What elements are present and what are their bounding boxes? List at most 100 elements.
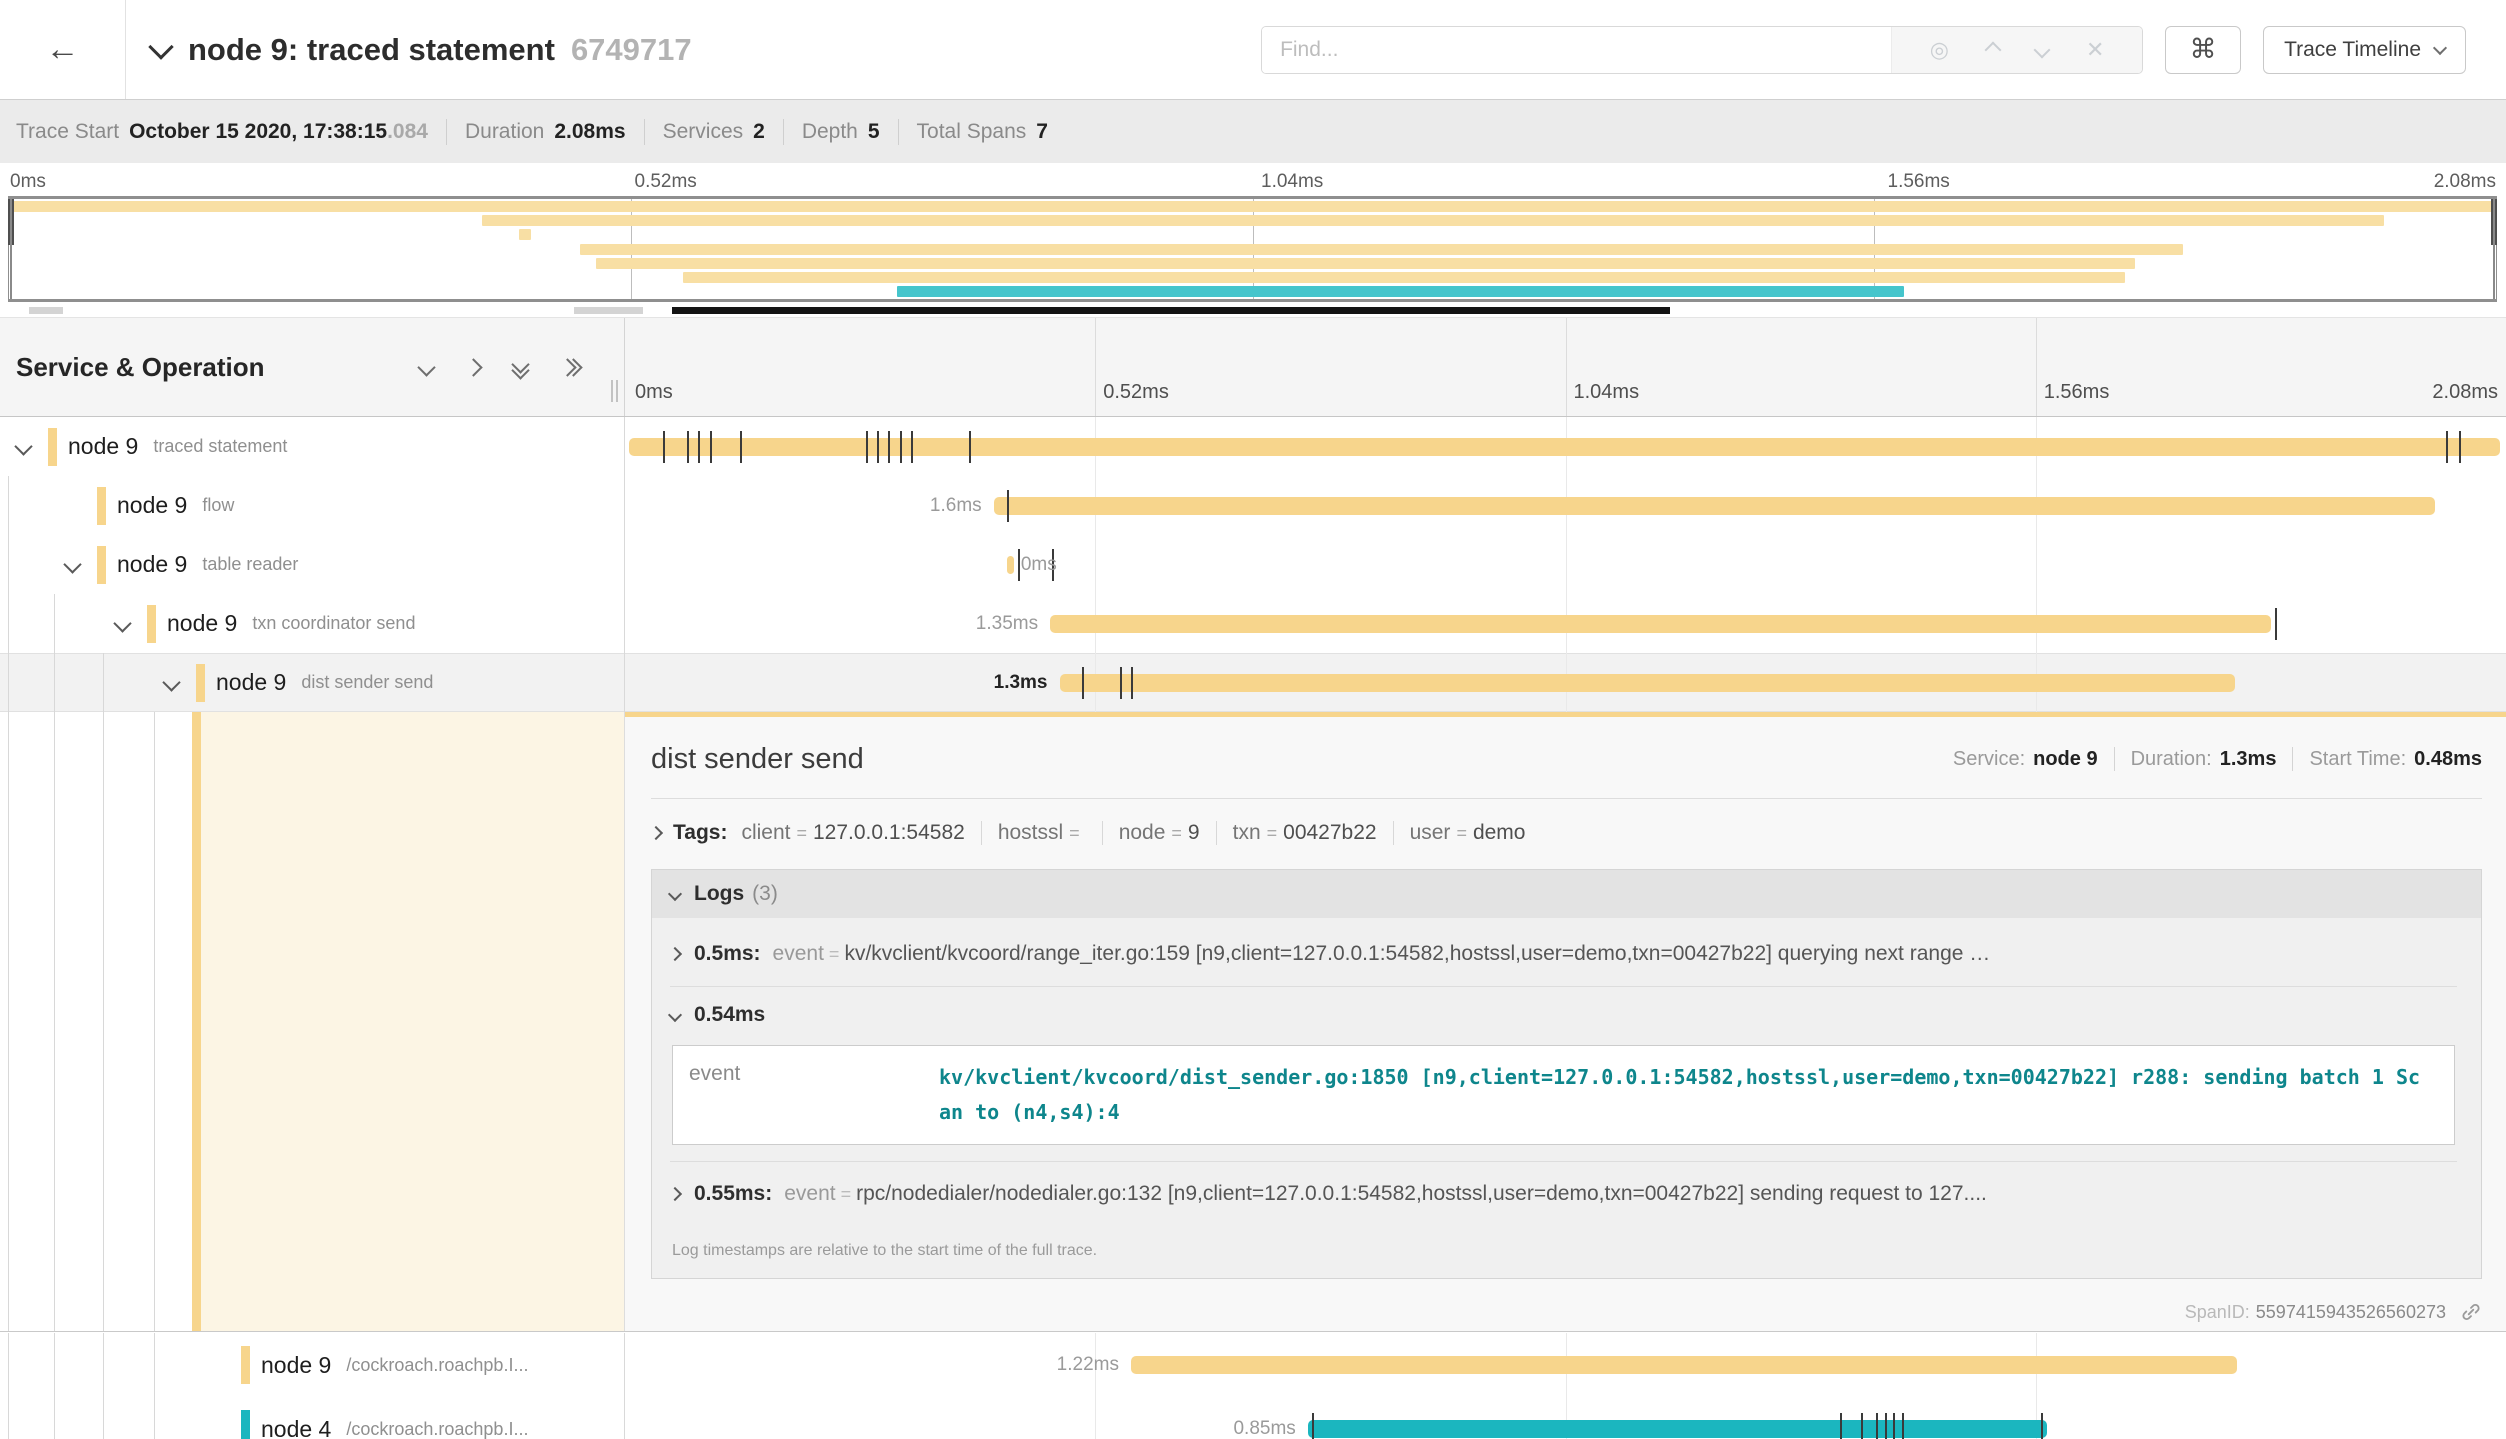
equals-sign: =	[1069, 823, 1080, 843]
minimap-span-bar	[9, 201, 2496, 212]
log-entry-header[interactable]: 0.54ms	[670, 987, 2457, 1043]
span-duration-bar[interactable]	[1007, 556, 1015, 574]
tag-item: user=demo	[1410, 821, 1526, 845]
span-row-timeline-cell: 1.35ms	[624, 594, 2506, 653]
span-row[interactable]: node 4/cockroach.roachpb.I...0.85ms	[0, 1397, 2506, 1439]
equals-sign: =	[1456, 823, 1467, 843]
span-service-name: node 9	[117, 492, 187, 519]
span-row[interactable]: node 9traced statement	[0, 417, 2506, 476]
span-service-name: node 9	[216, 669, 286, 696]
log-marker-tick	[710, 431, 712, 463]
span-duration-bar[interactable]	[629, 438, 2501, 456]
selected-span-color-column	[192, 712, 201, 1331]
span-duration-bar[interactable]	[1060, 674, 2236, 692]
clear-search-icon[interactable]: ✕	[2086, 39, 2104, 61]
log-marker-tick	[2041, 1413, 2043, 1439]
expand-one-icon[interactable]	[467, 361, 480, 374]
trace-collapse-toggle[interactable]	[152, 38, 170, 61]
span-duration-bar[interactable]	[1308, 1420, 2047, 1438]
span-row[interactable]: node 9table reader0ms	[0, 535, 2506, 594]
logs-title: Logs	[694, 882, 744, 906]
collapse-one-icon[interactable]	[420, 361, 433, 374]
span-duration-label: 1.35ms	[976, 594, 1038, 653]
span-duration-bar[interactable]	[994, 497, 2435, 515]
detail-title-row[interactable]: dist sender send Service: node 9 Duratio…	[651, 730, 2482, 788]
minimap[interactable]	[8, 196, 2497, 302]
span-collapse-toggle[interactable]	[116, 617, 129, 635]
find-bar: ◎ ✕	[1261, 26, 2143, 74]
duration-label: Duration:	[2131, 748, 2212, 771]
back-arrow-icon: ←	[46, 30, 80, 69]
keyboard-shortcuts-button[interactable]: ⌘	[2165, 26, 2241, 74]
span-color-bar	[241, 1410, 250, 1439]
scrollbar-thumb[interactable]	[672, 307, 1670, 314]
minimap-scrollbar	[0, 305, 2506, 317]
summary-item-value: October 15 2020, 17:38:15.084	[129, 120, 428, 144]
span-collapse-toggle[interactable]	[66, 558, 79, 576]
span-row[interactable]: node 9dist sender send 1.3ms	[0, 653, 2506, 712]
span-operation-name: /cockroach.roachpb.I...	[346, 1419, 528, 1439]
minimap-span-bar	[519, 229, 531, 240]
summary-item-suffix: .084	[387, 120, 428, 143]
top-bar: ← node 9: traced statement 6749717 ◎ ✕ ⌘…	[0, 0, 2506, 100]
tag-separator	[1216, 821, 1217, 845]
collapse-all-icon[interactable]	[514, 358, 527, 377]
span-color-bar	[48, 428, 57, 466]
axis-tick-label: 1.04ms	[1574, 381, 1640, 404]
minimap-axis: 0ms0.52ms1.04ms1.56ms2.08ms	[0, 163, 2506, 195]
span-row[interactable]: node 9flow1.6ms	[0, 476, 2506, 535]
prev-result-icon[interactable]	[1984, 41, 2001, 58]
link-icon[interactable]	[2460, 1301, 2482, 1323]
log-entry[interactable]: 0.5ms:event=kv/kvclient/kvcoord/range_it…	[670, 922, 2457, 986]
next-result-icon[interactable]	[2034, 41, 2051, 58]
find-input[interactable]	[1262, 27, 1891, 73]
indent-guide	[8, 1333, 9, 1397]
grid-line	[1095, 535, 1096, 594]
indent-guide	[54, 653, 55, 712]
indent-guide	[8, 535, 9, 594]
log-marker-tick	[1876, 1413, 1878, 1439]
span-duration-bar[interactable]	[1131, 1356, 2237, 1374]
span-duration-bar[interactable]	[1050, 615, 2271, 633]
chevron-down-icon	[668, 887, 682, 901]
log-marker-tick	[1885, 1413, 1887, 1439]
trace-summary-bar: Trace StartOctober 15 2020, 17:38:15.084…	[0, 100, 2506, 163]
span-collapse-toggle[interactable]	[165, 676, 178, 694]
logs-header[interactable]: Logs (3)	[652, 870, 2481, 918]
axis-tick-label: 0ms	[635, 381, 673, 404]
span-collapse-toggle[interactable]	[17, 440, 30, 458]
column-resizer-handle[interactable]	[611, 380, 618, 402]
top-bar-controls: ◎ ✕ ⌘ Trace Timeline	[1261, 26, 2466, 74]
logs-body: 0.5ms:event=kv/kvclient/kvcoord/range_it…	[652, 918, 2481, 1278]
span-duration-label: 1.3ms	[994, 653, 1048, 712]
tag-item: txn=00427b22	[1233, 821, 1377, 845]
tags-row[interactable]: Tags: client=127.0.0.1:54582hostssl=node…	[651, 821, 2482, 845]
indent-guide	[8, 594, 9, 653]
span-row[interactable]: node 9txn coordinator send1.35ms	[0, 594, 2506, 653]
tags-label: Tags:	[673, 821, 727, 845]
logs-count: (3)	[752, 882, 778, 906]
indent-guide	[103, 1333, 104, 1397]
trace-view-selector[interactable]: Trace Timeline	[2263, 26, 2466, 74]
log-marker-tick	[1861, 1413, 1863, 1439]
span-row[interactable]: node 9/cockroach.roachpb.I...1.22ms	[0, 1333, 2506, 1397]
tag-item: client=127.0.0.1:54582	[741, 821, 964, 845]
span-row-tree-cell: node 9dist sender send	[0, 653, 624, 712]
back-button[interactable]: ←	[0, 0, 126, 99]
axis-tick-label: 1.56ms	[1888, 171, 1950, 193]
summary-item-value: 5	[868, 120, 880, 144]
indent-guide	[54, 1397, 55, 1439]
expand-all-icon[interactable]	[561, 361, 580, 374]
service-operation-title: Service & Operation	[16, 352, 265, 383]
logs-note: Log timestamps are relative to the start…	[670, 1226, 2457, 1278]
locate-icon[interactable]: ◎	[1930, 39, 1949, 61]
log-entry[interactable]: 0.55ms:event=rpc/nodedialer/nodedialer.g…	[670, 1161, 2457, 1226]
span-operation-name: table reader	[202, 554, 298, 575]
log-marker-tick	[888, 431, 890, 463]
tag-separator	[1393, 821, 1394, 845]
log-marker-tick	[1840, 1413, 1842, 1439]
minimap-right-scrubber-line	[2493, 199, 2495, 299]
span-service-name: node 9	[117, 551, 187, 578]
span-row-timeline-cell: 1.22ms	[624, 1333, 2506, 1397]
span-service-name: node 9	[261, 1352, 331, 1379]
